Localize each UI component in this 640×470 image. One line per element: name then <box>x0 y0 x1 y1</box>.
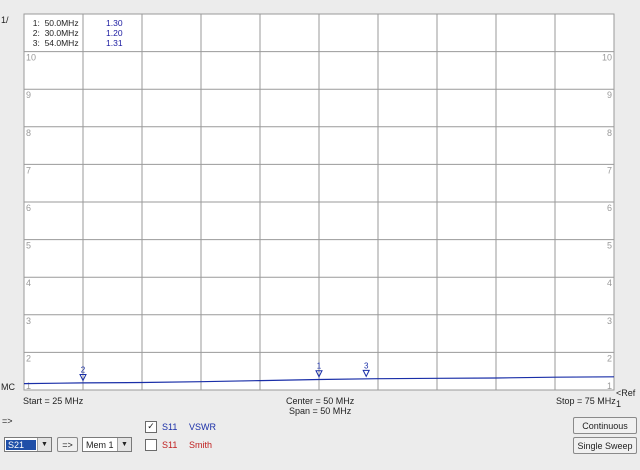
trace1-parameter: S11 <box>162 422 178 432</box>
y-tick-label-left: 4 <box>26 278 31 288</box>
trace2-checkbox[interactable] <box>145 439 157 451</box>
y-tick-label-right: 3 <box>607 316 612 326</box>
y-tick-label-left: 9 <box>26 90 31 100</box>
trace2-parameter: S11 <box>162 440 178 450</box>
y-tick-label-right: 7 <box>607 165 612 175</box>
marker-readout-row: 2: 30.0MHz 1.20 <box>28 28 136 38</box>
trace2-format: Smith <box>189 440 213 450</box>
marker-readout-value: 1.30 <box>106 18 123 28</box>
y-tick-label-left: 1 <box>26 381 31 391</box>
start-frequency-label: Start = 25 MHz <box>23 396 84 406</box>
trace1-row: ✓ S11 VSWR <box>145 421 216 433</box>
marker-readout-freq: 2: 30.0MHz <box>32 28 79 38</box>
marker-readout-value: 1.31 <box>106 38 123 48</box>
marker-readout-freq: 1: 50.0MHz <box>32 18 79 28</box>
y-tick-label-right: 9 <box>607 90 612 100</box>
trace1-checkbox[interactable]: ✓ <box>145 421 157 433</box>
trace2-row: S11 Smith <box>145 439 212 451</box>
chevron-down-icon[interactable]: ▼ <box>117 438 131 451</box>
single-sweep-button[interactable]: Single Sweep <box>573 437 637 454</box>
chevron-down-icon[interactable]: ▼ <box>37 438 51 451</box>
y-tick-label-left: 3 <box>26 316 31 326</box>
y-tick-label-right: 5 <box>607 241 612 251</box>
y-tick-label-right: 8 <box>607 128 612 138</box>
continuous-button[interactable]: Continuous <box>573 417 637 434</box>
marker-readout-table: 1: 50.0MHz 1.30 2: 30.0MHz 1.20 3: 54.0M… <box>28 18 136 48</box>
marker-number-label: 2 <box>81 365 86 374</box>
y-tick-label-right: 1 <box>607 381 612 391</box>
parameter-select-value: S21 <box>6 439 36 450</box>
chart-grid <box>23 13 615 391</box>
parameter-select[interactable]: S21 ▼ <box>4 437 52 452</box>
ref-label: <Ref <box>616 388 636 398</box>
y-tick-label-right: 2 <box>607 353 612 363</box>
stop-frequency-label: Stop = 75 MHz <box>556 396 616 406</box>
center-frequency-label: Center = 50 MHz <box>286 396 355 406</box>
y-tick-label-left: 8 <box>26 128 31 138</box>
marker-readout-row: 3: 54.0MHz 1.31 <box>28 38 136 48</box>
marker-readout-value: 1.20 <box>106 28 123 38</box>
span-label: Span = 50 MHz <box>289 406 352 416</box>
memory-select-value: Mem 1 <box>86 439 114 450</box>
ref-value: 1 <box>616 399 622 409</box>
y-tick-label-left: 5 <box>26 241 31 251</box>
memory-select[interactable]: Mem 1 ▼ <box>82 437 132 452</box>
marker-readout-row: 1: 50.0MHz 1.30 <box>28 18 136 28</box>
trace1-format: VSWR <box>189 422 216 432</box>
marker-readout-freq: 3: 54.0MHz <box>32 38 79 48</box>
y-tick-label-left: 6 <box>26 203 31 213</box>
y-tick-label-left: 10 <box>26 53 36 63</box>
y-tick-label-left: 7 <box>26 165 31 175</box>
marker-number-label: 3 <box>364 361 369 370</box>
y-tick-label-right: 4 <box>607 278 612 288</box>
transfer-arrow-label: => <box>2 416 13 426</box>
y-min-label: MC <box>1 382 15 392</box>
y-tick-label-right: 6 <box>607 203 612 213</box>
y-axis-label: 1/ <box>1 15 9 25</box>
y-tick-label-right: 10 <box>602 53 612 63</box>
transfer-button[interactable]: => <box>57 437 78 452</box>
y-tick-label-left: 2 <box>26 353 31 363</box>
marker-number-label: 1 <box>317 362 322 371</box>
